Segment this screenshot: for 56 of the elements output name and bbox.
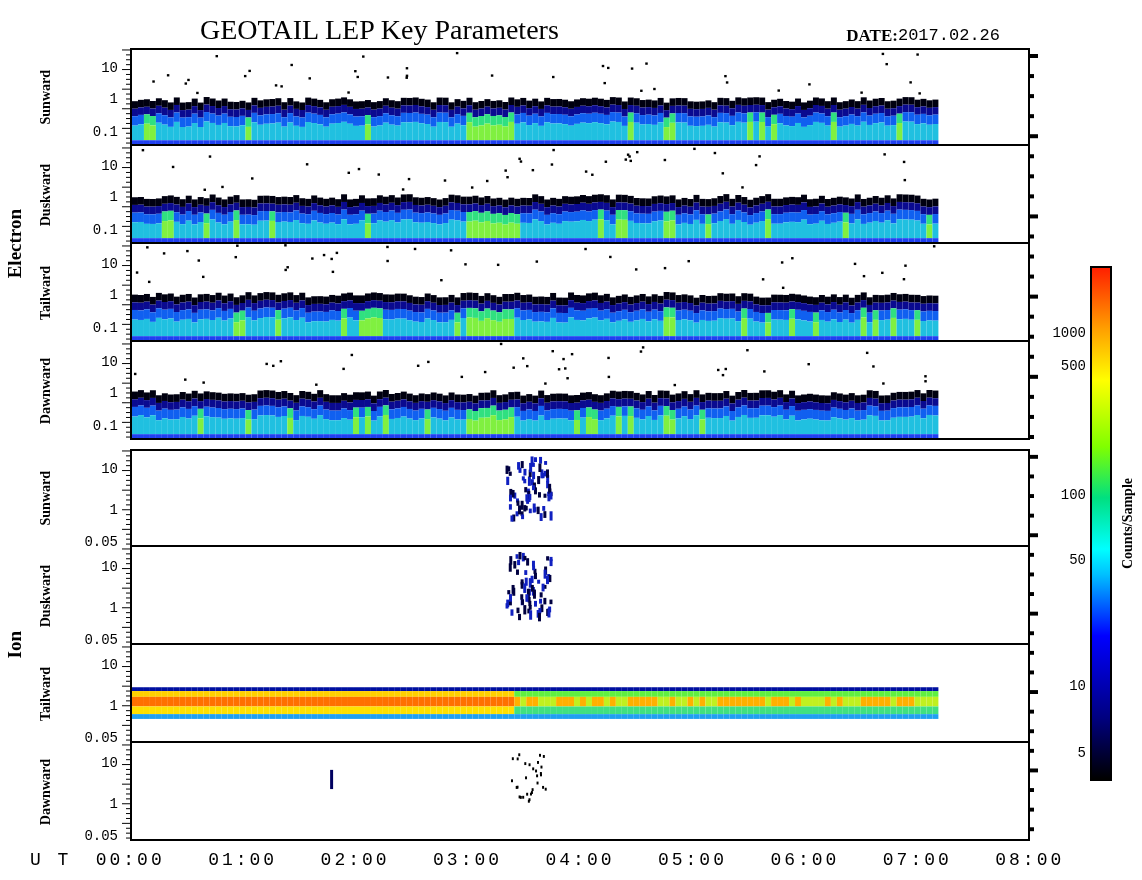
time-axis-label: U T xyxy=(30,849,73,872)
y-tick-label: 1 xyxy=(109,502,118,517)
y-tick-label: 10 xyxy=(101,559,118,574)
y-tick-label: 0.05 xyxy=(84,535,118,550)
y-tick-label: 0.05 xyxy=(84,829,118,844)
colorbar-tick-label: 50 xyxy=(1069,552,1086,567)
direction-label: Tailward xyxy=(36,667,54,721)
y-tick-label: 10 xyxy=(101,461,118,476)
y-tick-label: 1 xyxy=(109,287,118,302)
y-tick-label: 10 xyxy=(101,256,118,271)
colorbar-tick-label: 100 xyxy=(1060,488,1086,503)
spectrogram-drawing xyxy=(505,551,553,622)
y-tick-label: 0.1 xyxy=(92,223,118,238)
y-tick-label: 10 xyxy=(101,657,118,672)
y-tick-label: 1 xyxy=(109,91,118,106)
time-tick-label: 02:00 xyxy=(319,849,391,872)
date-value: 2017.02.26 xyxy=(897,27,1000,44)
y-tick-label: 10 xyxy=(101,354,118,369)
y-tick-label: 0.05 xyxy=(84,731,118,746)
y-tick-label: 1 xyxy=(109,796,118,811)
time-tick-label: 06:00 xyxy=(769,849,841,872)
time-tick-label: 01:00 xyxy=(207,849,279,872)
time-tick-label: 04:00 xyxy=(544,849,616,872)
y-tick-label: 0.1 xyxy=(92,419,118,434)
date-label: DATE: xyxy=(846,27,898,44)
colorbar-label: Counts/Sample xyxy=(1118,478,1136,569)
direction-label: Duskward xyxy=(36,163,54,227)
direction-label: Duskward xyxy=(36,564,54,628)
plot-title: GEOTAIL LEP Key Parameters xyxy=(200,16,559,44)
time-tick-label: 03:00 xyxy=(432,849,504,872)
y-tick-label: 0.05 xyxy=(84,633,118,648)
group-label: Ion xyxy=(2,631,26,659)
direction-label: Sunward xyxy=(36,470,54,526)
colorbar-tick-label: 500 xyxy=(1060,359,1086,374)
spectrogram-drawing xyxy=(505,456,553,522)
time-tick-label: 08:00 xyxy=(994,849,1066,872)
time-tick-label: 00:00 xyxy=(94,849,166,872)
group-label: Electron xyxy=(2,209,26,279)
y-tick-label: 0.1 xyxy=(92,125,118,140)
y-tick-label: 1 xyxy=(109,189,118,204)
y-tick-label: 1 xyxy=(109,600,118,615)
direction-label: Dawnward xyxy=(36,758,54,826)
y-tick-label: 10 xyxy=(101,755,118,770)
y-tick-label: 1 xyxy=(109,385,118,400)
y-tick-label: 0.1 xyxy=(92,321,118,336)
time-tick-label: 07:00 xyxy=(881,849,953,872)
y-tick-label: 10 xyxy=(101,158,118,173)
colorbar-tick-label: 1000 xyxy=(1052,325,1086,340)
colorbar-tick-label: 5 xyxy=(1077,745,1086,760)
y-tick-label: 1 xyxy=(109,698,118,713)
direction-label: Tailward xyxy=(36,266,54,320)
colorbar-tick-label: 10 xyxy=(1069,678,1086,693)
y-tick-label: 10 xyxy=(101,60,118,75)
time-tick-label: 05:00 xyxy=(656,849,728,872)
direction-label: Dawnward xyxy=(36,357,54,425)
direction-label: Sunward xyxy=(36,69,54,125)
